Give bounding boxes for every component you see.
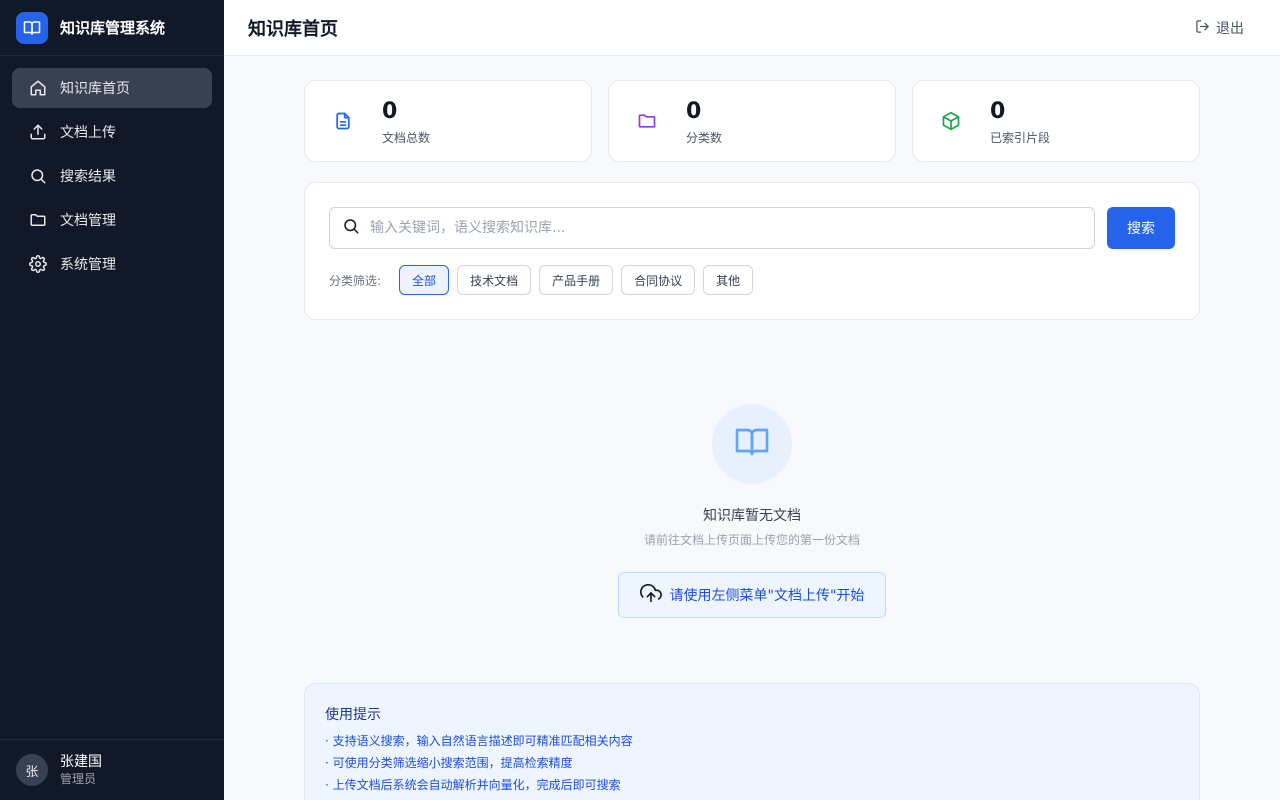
user-name: 张建国 xyxy=(60,754,102,770)
filter-chip-product-manual[interactable]: 产品手册 xyxy=(539,265,614,295)
sidebar-nav: 知识库首页 文档上传 搜索结果 文档管理 系统管理 xyxy=(0,56,224,284)
search-icon xyxy=(342,217,360,239)
filter-label: 分类筛选: xyxy=(329,273,382,288)
sidebar: 知识库管理系统 知识库首页 文档上传 搜索结果 文档管理 系统管理 张 张建国 … xyxy=(0,0,224,800)
filter-chip-tech-docs[interactable]: 技术文档 xyxy=(457,265,532,295)
logout-label: 退出 xyxy=(1216,21,1244,37)
logout-button[interactable]: 退出 xyxy=(1195,18,1244,38)
search-button[interactable]: 搜索 xyxy=(1107,207,1175,249)
header: 知识库首页 退出 xyxy=(224,0,1280,56)
sidebar-item-upload[interactable]: 文档上传 xyxy=(12,112,212,152)
stat-card-documents: 0 文档总数 xyxy=(304,80,592,162)
search-box[interactable] xyxy=(329,207,1095,249)
filter-chip-other[interactable]: 其他 xyxy=(703,265,754,295)
filter-chip-all[interactable]: 全部 xyxy=(399,265,450,295)
empty-state-title: 知识库暂无文档 xyxy=(703,508,801,524)
user-info: 张建国 管理员 xyxy=(60,753,102,787)
sidebar-item-label: 系统管理 xyxy=(60,257,116,273)
tip-item: · 上传文档后系统会自动解析并向量化，完成后即可搜索 xyxy=(325,778,621,792)
stat-label: 分类数 xyxy=(686,131,723,145)
filter-chip-contracts[interactable]: 合同协议 xyxy=(621,265,696,295)
sidebar-item-home[interactable]: 知识库首页 xyxy=(12,68,212,108)
stat-value: 0 xyxy=(382,99,398,124)
go-upload-label: 请使用左侧菜单"文档上传"开始 xyxy=(669,588,865,604)
go-upload-button[interactable]: 请使用左侧菜单"文档上传"开始 xyxy=(618,572,886,618)
app-title: 知识库管理系统 xyxy=(60,19,166,37)
empty-state-illustration xyxy=(712,404,792,484)
search-card: 搜索 分类筛选: 全部 技术文档 产品手册 合同协议 其他 xyxy=(304,182,1200,320)
user-panel[interactable]: 张 张建国 管理员 xyxy=(0,739,224,800)
sidebar-item-label: 文档上传 xyxy=(60,125,116,141)
book-icon xyxy=(734,424,770,464)
category-filter: 分类筛选: 全部 技术文档 产品手册 合同协议 其他 xyxy=(329,265,761,295)
search-icon xyxy=(28,166,48,186)
cloud-upload-icon xyxy=(639,582,662,608)
empty-state-subtitle: 请前往文档上传页面上传您的第一份文档 xyxy=(643,533,860,547)
cube-icon xyxy=(941,111,961,131)
stat-value: 0 xyxy=(686,99,702,124)
avatar: 张 xyxy=(16,754,48,786)
usage-tips: 使用提示 · 支持语义搜索，输入自然语言描述即可精准匹配相关内容 · 可使用分类… xyxy=(304,683,1200,800)
stat-value: 0 xyxy=(990,99,1006,124)
tips-title: 使用提示 xyxy=(325,707,381,723)
stat-label: 文档总数 xyxy=(382,131,431,145)
stat-card-categories: 0 分类数 xyxy=(608,80,896,162)
tip-item: · 可使用分类筛选缩小搜索范围，提高检索精度 xyxy=(325,756,573,770)
upload-icon xyxy=(28,122,48,142)
sidebar-item-label: 知识库首页 xyxy=(60,81,130,97)
document-icon xyxy=(333,111,353,131)
book-icon xyxy=(16,11,48,44)
logout-icon xyxy=(1195,19,1210,38)
sidebar-item-system[interactable]: 系统管理 xyxy=(12,244,212,284)
search-input[interactable] xyxy=(370,220,1070,236)
sidebar-item-search-results[interactable]: 搜索结果 xyxy=(12,156,212,196)
folder-icon xyxy=(637,111,657,131)
stat-card-chunks: 0 已索引片段 xyxy=(912,80,1200,162)
sidebar-item-documents[interactable]: 文档管理 xyxy=(12,200,212,240)
home-icon xyxy=(28,78,48,98)
page-title: 知识库首页 xyxy=(248,18,338,40)
stat-label: 已索引片段 xyxy=(990,131,1051,145)
folder-icon xyxy=(28,210,48,230)
sidebar-item-label: 文档管理 xyxy=(60,213,116,229)
sidebar-item-label: 搜索结果 xyxy=(60,169,116,185)
gear-icon xyxy=(28,254,48,274)
brand: 知识库管理系统 xyxy=(0,0,224,56)
tip-item: · 支持语义搜索，输入自然语言描述即可精准匹配相关内容 xyxy=(325,734,633,748)
user-role: 管理员 xyxy=(60,772,97,786)
